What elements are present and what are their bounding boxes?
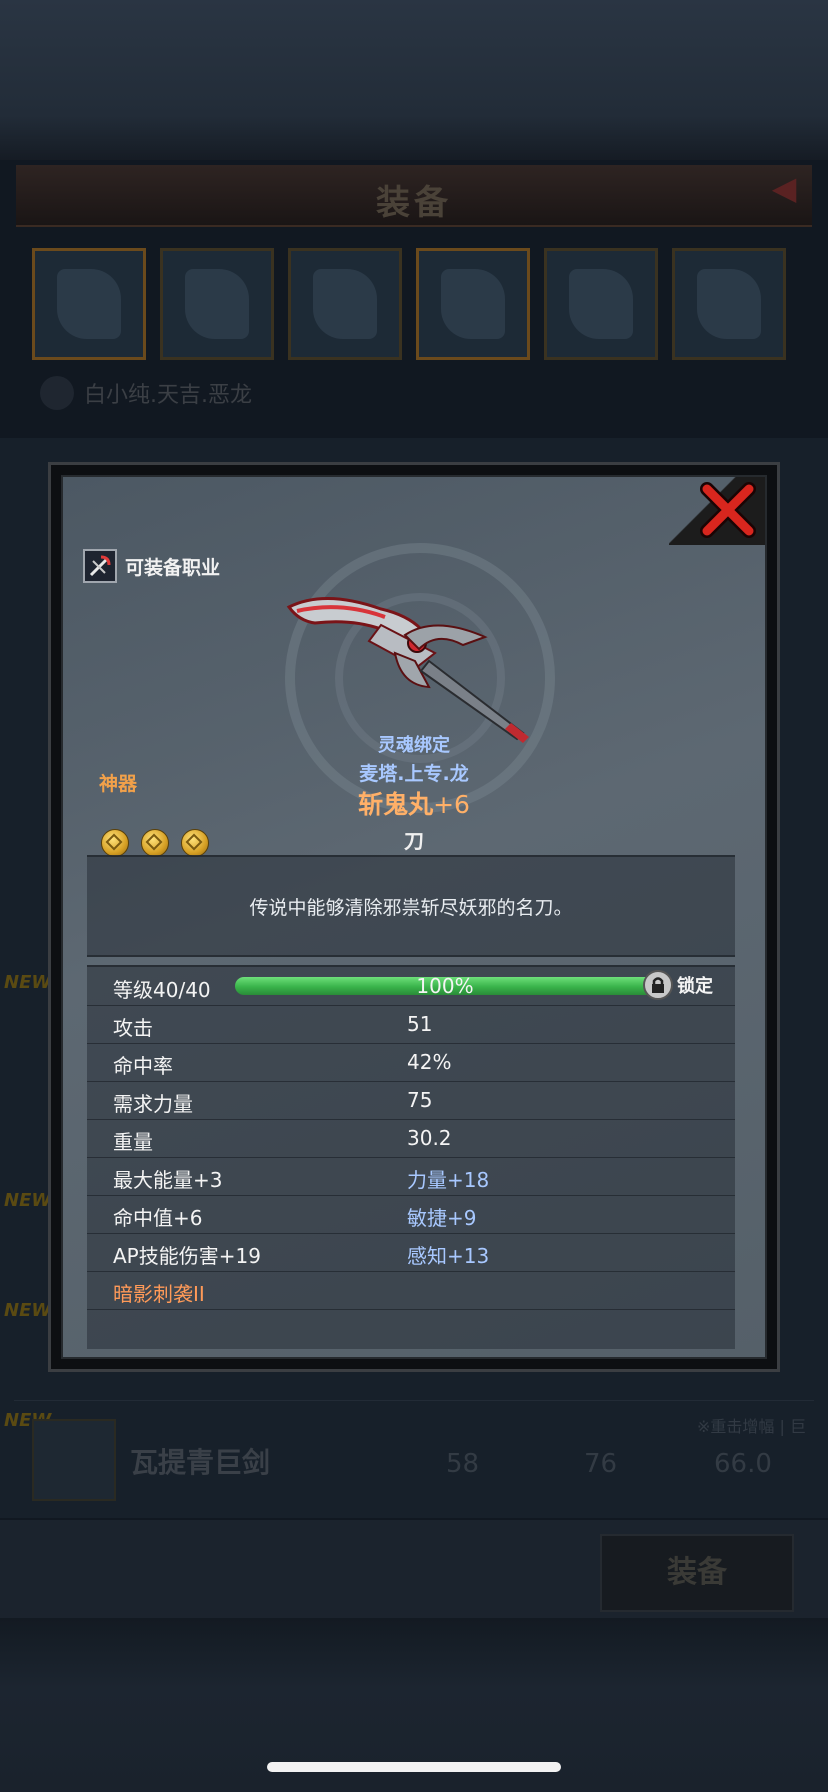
bonus-label: 命中值	[113, 1206, 173, 1230]
armor-slot-icon	[185, 269, 249, 339]
stat-value: 75	[407, 1088, 433, 1112]
item-type: 刀	[404, 829, 424, 853]
bonus-right: 感知+13	[407, 1240, 489, 1269]
stat-label: 重量	[113, 1130, 153, 1154]
level-label: 等级	[113, 978, 153, 1002]
bonus-right: 敏捷+9	[407, 1202, 476, 1231]
item-title: 斩鬼丸+6	[63, 785, 765, 821]
bonus-left: 最大能量+3	[113, 1164, 222, 1193]
stat-label: 攻击	[113, 1016, 153, 1040]
accessory-slot-icon	[697, 269, 761, 339]
bonus-label: 敏捷	[407, 1206, 447, 1230]
bonus-right: 力量+18	[407, 1164, 489, 1193]
bonus-row: AP技能伤害+19 感知+13	[87, 1233, 735, 1272]
job-label: 可装备职业	[125, 556, 221, 579]
equip-button[interactable]: 装备	[600, 1534, 794, 1612]
level-value: 40/40	[153, 978, 211, 1002]
item-detail-dialog: 可装备职业 神器 灵魂绑定 麦塔.上专.龙 斩鬼丸+6 刀 传说中能够清除邪祟斩…	[48, 462, 780, 1372]
item-name: 斩鬼丸	[358, 790, 434, 819]
bonus-label: 最大能量	[113, 1168, 193, 1192]
job-class-icon	[83, 549, 117, 583]
level-text: 等级40/40	[113, 974, 211, 1003]
character-avatar	[40, 376, 74, 410]
description-box: 传说中能够清除邪祟斩尽妖邪的名刀。	[87, 855, 735, 957]
dialog-body: 可装备职业 神器 灵魂绑定 麦塔.上专.龙 斩鬼丸+6 刀 传说中能够清除邪祟斩…	[61, 475, 767, 1359]
item-enhance-level: +6	[433, 790, 470, 819]
stat-row-hit-rate: 命中率 42%	[87, 1043, 735, 1082]
weapon-slot-icon	[57, 269, 121, 339]
bonus-value: +3	[193, 1168, 223, 1192]
stat-label: 需求力量	[113, 1092, 193, 1116]
item-name: 瓦提青巨剑	[130, 1446, 271, 1479]
bonus-value: +18	[447, 1168, 490, 1192]
stat-row-required-strength: 需求力量 75	[87, 1081, 735, 1120]
item-thumbnail	[32, 1419, 116, 1501]
boots-slot-icon	[569, 269, 633, 339]
stat-value: 30.2	[407, 1126, 452, 1150]
bonus-row: 命中值+6 敏捷+9	[87, 1195, 735, 1234]
slot-gloves[interactable]	[416, 248, 530, 360]
slot-boots[interactable]	[544, 248, 658, 360]
stat-row-weight: 重量 30.2	[87, 1119, 735, 1158]
character-info: 白小纯.天吉.恶龙	[40, 376, 340, 410]
gloves-slot-icon	[441, 269, 505, 339]
skill-row: 暗影刺袭II	[87, 1271, 735, 1310]
new-badge: NEW	[4, 1300, 52, 1321]
item-description: 传说中能够清除邪祟斩尽妖邪的名刀。	[249, 896, 573, 919]
bonus-label: 力量	[407, 1168, 447, 1192]
slot-weapon[interactable]	[32, 248, 146, 360]
back-arrow-icon[interactable]: ◀	[762, 170, 806, 206]
stat-value: 51	[407, 1012, 433, 1036]
bonus-row: 最大能量+3 力量+18	[87, 1157, 735, 1196]
skill-name: 暗影刺袭II	[113, 1282, 205, 1306]
level-row: 等级40/40 100% 锁定	[87, 967, 735, 1006]
bonus-left: 命中值+6	[113, 1202, 202, 1231]
bonus-value: +19	[218, 1244, 261, 1268]
bonus-value: +6	[173, 1206, 203, 1230]
item-hit: 76	[584, 1449, 618, 1479]
stats-panel: 等级40/40 100% 锁定 攻击 51 命中率 42% 需求力量 75 重量…	[87, 965, 735, 1349]
bonus-label: AP技能伤害	[113, 1244, 219, 1268]
soulbound-label: 灵魂绑定	[378, 735, 450, 756]
list-item[interactable]: ※重击增幅 | 巨 瓦提青巨剑 58 76 66.0	[14, 1400, 814, 1509]
equippable-class[interactable]: 可装备职业	[83, 549, 220, 583]
close-x-icon	[700, 482, 756, 538]
item-weight: 66.0	[714, 1449, 772, 1479]
level-percent: 100%	[416, 974, 474, 998]
slot-helmet[interactable]	[288, 248, 402, 360]
item-attack: 58	[446, 1449, 480, 1479]
slot-accessory[interactable]	[672, 248, 786, 360]
bonus-left: AP技能伤害+19	[113, 1240, 261, 1269]
weapon-image	[286, 597, 529, 743]
stat-value: 42%	[407, 1050, 452, 1074]
home-indicator[interactable]	[267, 1762, 561, 1772]
character-name: 白小纯.天吉.恶龙	[84, 383, 252, 408]
bonus-value: +9	[447, 1206, 477, 1230]
equipment-title: 装备	[376, 183, 452, 223]
helmet-slot-icon	[313, 269, 377, 339]
owner-name: 麦塔.上专.龙	[359, 763, 469, 785]
new-badge: NEW	[4, 1190, 52, 1211]
top-backdrop	[0, 0, 828, 165]
new-badge: NEW	[4, 972, 52, 993]
lock-icon	[643, 970, 673, 1000]
bonus-label: 感知	[407, 1244, 447, 1268]
close-button[interactable]	[669, 477, 765, 545]
item-tag: ※重击增幅 | 巨	[697, 1417, 806, 1436]
stat-label: 命中率	[113, 1054, 173, 1078]
lock-label: 锁定	[677, 976, 713, 997]
stat-row-attack: 攻击 51	[87, 1005, 735, 1044]
bonus-value: +13	[447, 1244, 490, 1268]
lock-button[interactable]: 锁定	[643, 970, 713, 1000]
slot-armor[interactable]	[160, 248, 274, 360]
equipment-slots	[32, 248, 786, 364]
